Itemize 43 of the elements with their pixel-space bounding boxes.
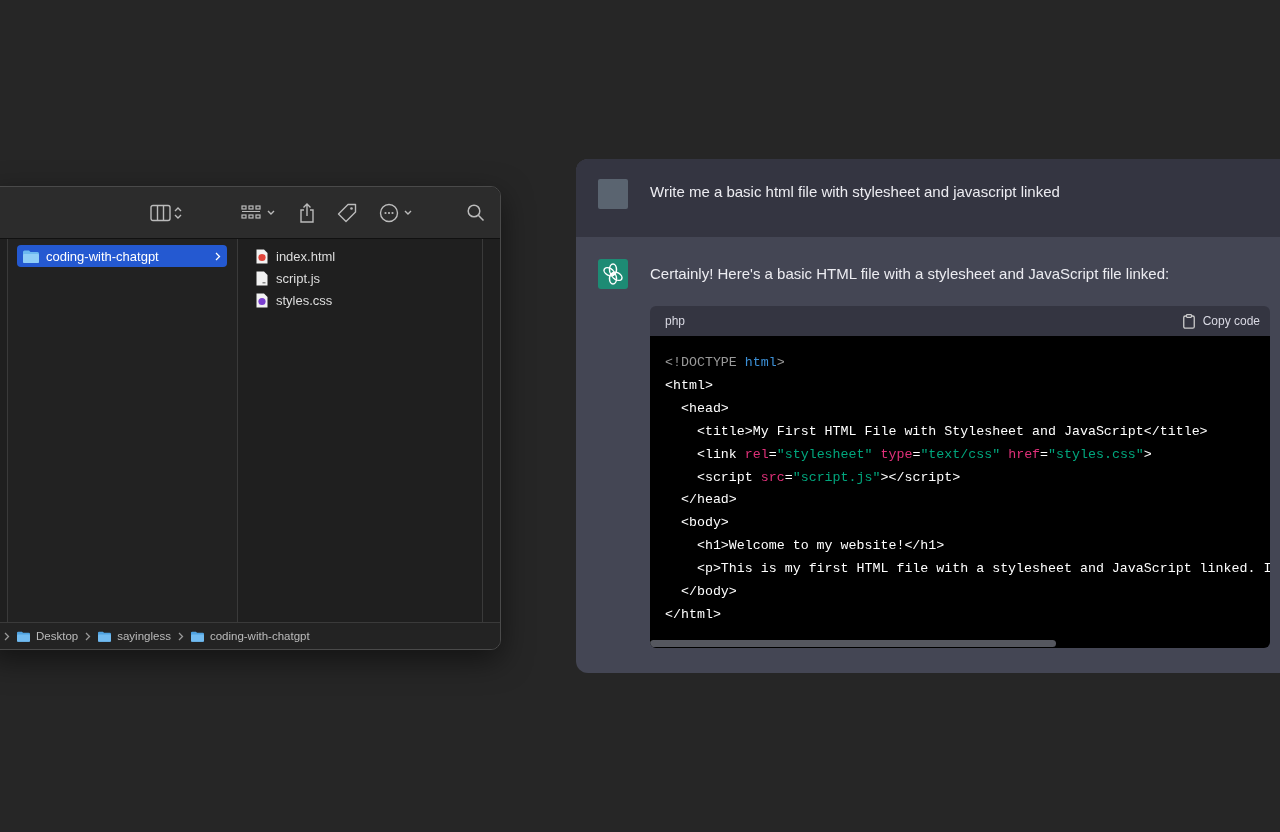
chevron-right-icon [4,631,10,641]
folder-icon [17,630,30,642]
code-line: </html> [665,605,722,624]
copy-code-button[interactable]: Copy code [1182,313,1260,329]
code-line: </body> [679,583,738,602]
code-line: </head> [679,491,738,510]
chevron-right-icon [85,631,92,641]
file-icon [256,292,268,308]
code-line: <link rel="stylesheet" type="text/css" href="styles.css"> [695,445,1153,464]
message-text: Write me a basic html file with stylesheet and javascript linked [650,182,1060,202]
code-line: <head> [679,399,730,418]
folder-icon [190,630,204,642]
share-icon[interactable] [299,202,315,223]
search-icon[interactable] [467,203,485,222]
file-row[interactable]: styles.css [256,289,482,311]
file-icon [256,248,268,264]
message-text: Certainly! Here's a basic HTML file with a stylesheet and JavaScript file linked: [650,264,1170,284]
code-line: <body> [679,514,730,533]
chevron-right-icon [215,251,221,261]
code-line: <p>This is my first HTML file with a stylesheet and JavaScript linked. I [695,560,1270,579]
path-item[interactable]: coding-with-chatgpt [190,630,310,642]
scrollbar[interactable] [650,640,1056,647]
code-line: <title>My First HTML File with Stylesheet and JavaScript</title> [695,422,1209,441]
path-item[interactable]: Desktop [17,630,79,642]
folder-icon [23,249,39,263]
folder-icon [98,630,112,642]
code-line: <script src="script.js"></script> [695,468,962,487]
logo-icon [598,259,628,289]
folder-row[interactable]: coding-with-chatgpt [17,245,227,267]
clipboard-icon [1182,313,1195,329]
path-item[interactable]: sayingless [98,630,171,642]
file-icon [256,270,268,286]
icon-view-icon[interactable] [241,203,277,222]
code-line: <h1>Welcome to my website!</h1> [695,537,946,556]
column-view-icon[interactable] [150,203,184,222]
file-row[interactable]: script.js [256,267,482,289]
code-line: <!DOCTYPE html> [665,354,786,372]
code-line: <html> [665,376,714,395]
tag-icon[interactable] [337,202,357,223]
language-label: php [665,314,686,328]
photo-placeholder [598,179,628,209]
chevron-right-icon [177,631,184,641]
file-row[interactable]: index.html [256,245,482,267]
